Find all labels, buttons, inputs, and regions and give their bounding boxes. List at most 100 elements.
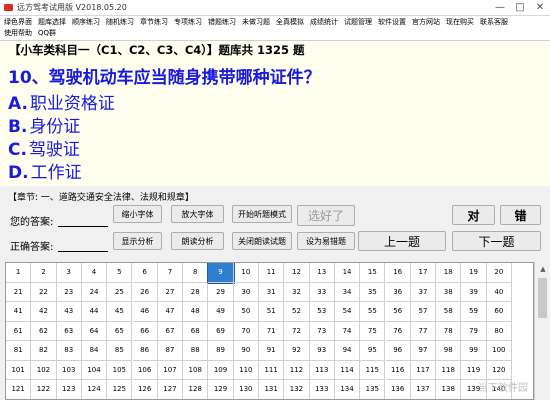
question-cell[interactable]: 45 <box>107 302 133 322</box>
question-cell[interactable]: 35 <box>360 282 386 302</box>
question-cell[interactable]: 111 <box>259 360 285 380</box>
question-cell[interactable]: 105 <box>107 360 133 380</box>
question-cell[interactable]: 55 <box>360 302 386 322</box>
option-a[interactable]: A. 职业资格证 <box>8 89 115 114</box>
option-c[interactable]: C. 驾驶证 <box>8 135 80 160</box>
question-cell[interactable]: 23 <box>56 282 82 302</box>
question-cell[interactable]: 116 <box>385 360 411 380</box>
question-cell-current[interactable]: 9 <box>207 263 235 284</box>
question-cell[interactable]: 70 <box>233 321 259 341</box>
question-cell[interactable]: 12 <box>284 263 310 283</box>
menu-item[interactable]: 错题练习 <box>208 17 236 27</box>
question-cell[interactable]: 89 <box>208 341 234 361</box>
question-cell[interactable]: 113 <box>309 360 335 380</box>
question-cell[interactable]: 73 <box>309 321 335 341</box>
question-cell[interactable]: 110 <box>233 360 259 380</box>
menu-item[interactable]: 成绩统计 <box>310 17 338 27</box>
question-cell[interactable]: 59 <box>461 302 487 322</box>
question-cell[interactable]: 38 <box>436 282 462 302</box>
question-cell[interactable]: 61 <box>6 321 32 341</box>
question-cell[interactable]: 83 <box>56 341 82 361</box>
question-cell[interactable]: 109 <box>208 360 234 380</box>
question-cell[interactable]: 48 <box>183 302 209 322</box>
stop-reading-button[interactable]: 关闭朗读试题 <box>232 232 292 250</box>
question-cell[interactable]: 41 <box>6 302 32 322</box>
question-cell[interactable]: 11 <box>259 263 285 283</box>
question-cell[interactable]: 95 <box>360 341 386 361</box>
question-cell[interactable]: 123 <box>56 380 82 399</box>
question-cell[interactable]: 86 <box>132 341 158 361</box>
question-cell[interactable]: 34 <box>334 282 361 302</box>
question-cell[interactable]: 57 <box>410 302 437 322</box>
question-cell[interactable]: 6 <box>132 263 158 283</box>
question-cell[interactable]: 88 <box>183 341 209 361</box>
question-cell[interactable]: 108 <box>183 360 209 380</box>
question-cell[interactable]: 69 <box>208 321 234 341</box>
question-cell[interactable]: 30 <box>233 282 259 302</box>
question-cell[interactable]: 7 <box>157 263 184 283</box>
question-cell[interactable]: 76 <box>385 321 411 341</box>
question-cell[interactable]: 120 <box>486 360 512 380</box>
question-cell[interactable]: 80 <box>486 321 512 341</box>
option-d[interactable]: D. 工作证 <box>8 158 82 183</box>
question-cell[interactable]: 129 <box>208 380 234 399</box>
question-cell[interactable]: 97 <box>410 341 437 361</box>
minimize-button[interactable]: — <box>490 0 510 15</box>
menu-item[interactable]: 随机练习 <box>106 17 134 27</box>
menu-item[interactable]: 试题管理 <box>344 17 372 27</box>
question-cell[interactable]: 99 <box>461 341 487 361</box>
question-cell[interactable]: 130 <box>233 380 259 399</box>
wrong-button[interactable]: 错 <box>500 205 541 225</box>
shrink-font-button[interactable]: 缩小字体 <box>113 205 162 223</box>
question-cell[interactable]: 84 <box>81 341 108 361</box>
question-cell[interactable]: 124 <box>81 380 108 399</box>
question-cell[interactable]: 60 <box>486 302 512 322</box>
question-cell[interactable]: 13 <box>309 263 335 283</box>
question-cell[interactable]: 125 <box>107 380 133 399</box>
question-cell[interactable]: 51 <box>259 302 285 322</box>
question-cell[interactable]: 68 <box>183 321 209 341</box>
question-cell[interactable]: 78 <box>436 321 462 341</box>
question-cell[interactable]: 122 <box>31 380 57 399</box>
question-cell[interactable]: 138 <box>436 380 462 399</box>
question-cell[interactable]: 94 <box>334 341 361 361</box>
question-cell[interactable]: 54 <box>334 302 361 322</box>
question-cell[interactable]: 52 <box>284 302 310 322</box>
question-cell[interactable]: 100 <box>486 341 512 361</box>
menu-item[interactable]: 现在购买 <box>446 17 474 27</box>
question-cell[interactable]: 62 <box>31 321 57 341</box>
question-cell[interactable]: 22 <box>31 282 57 302</box>
enlarge-font-button[interactable]: 放大字体 <box>171 205 224 223</box>
question-cell[interactable]: 87 <box>157 341 184 361</box>
question-cell[interactable]: 20 <box>486 263 512 283</box>
question-cell[interactable]: 103 <box>56 360 82 380</box>
question-cell[interactable]: 67 <box>157 321 184 341</box>
question-cell[interactable]: 21 <box>6 282 32 302</box>
question-cell[interactable]: 119 <box>461 360 487 380</box>
question-cell[interactable]: 131 <box>259 380 285 399</box>
set-easy-wrong-button[interactable]: 设为易错题 <box>297 232 355 250</box>
question-cell[interactable]: 93 <box>309 341 335 361</box>
question-cell[interactable]: 117 <box>410 360 437 380</box>
question-cell[interactable]: 53 <box>309 302 335 322</box>
menu-item[interactable]: 使用帮助 <box>4 28 32 38</box>
question-cell[interactable]: 136 <box>385 380 411 399</box>
question-cell[interactable]: 40 <box>486 282 512 302</box>
question-cell[interactable]: 19 <box>461 263 487 283</box>
question-cell[interactable]: 127 <box>157 380 184 399</box>
question-cell[interactable]: 75 <box>360 321 386 341</box>
menu-item[interactable]: 顺序练习 <box>72 17 100 27</box>
question-cell[interactable]: 3 <box>56 263 82 283</box>
question-cell[interactable]: 66 <box>132 321 158 341</box>
question-cell[interactable]: 31 <box>259 282 285 302</box>
question-cell[interactable]: 104 <box>81 360 108 380</box>
question-cell[interactable]: 96 <box>385 341 411 361</box>
question-cell[interactable]: 5 <box>107 263 133 283</box>
question-cell[interactable]: 118 <box>436 360 462 380</box>
question-cell[interactable]: 77 <box>410 321 437 341</box>
menu-item[interactable]: 全真模拟 <box>276 17 304 27</box>
option-b[interactable]: B. 身份证 <box>8 112 80 137</box>
question-cell[interactable]: 135 <box>360 380 386 399</box>
question-cell[interactable]: 28 <box>183 282 209 302</box>
question-cell[interactable]: 65 <box>107 321 133 341</box>
